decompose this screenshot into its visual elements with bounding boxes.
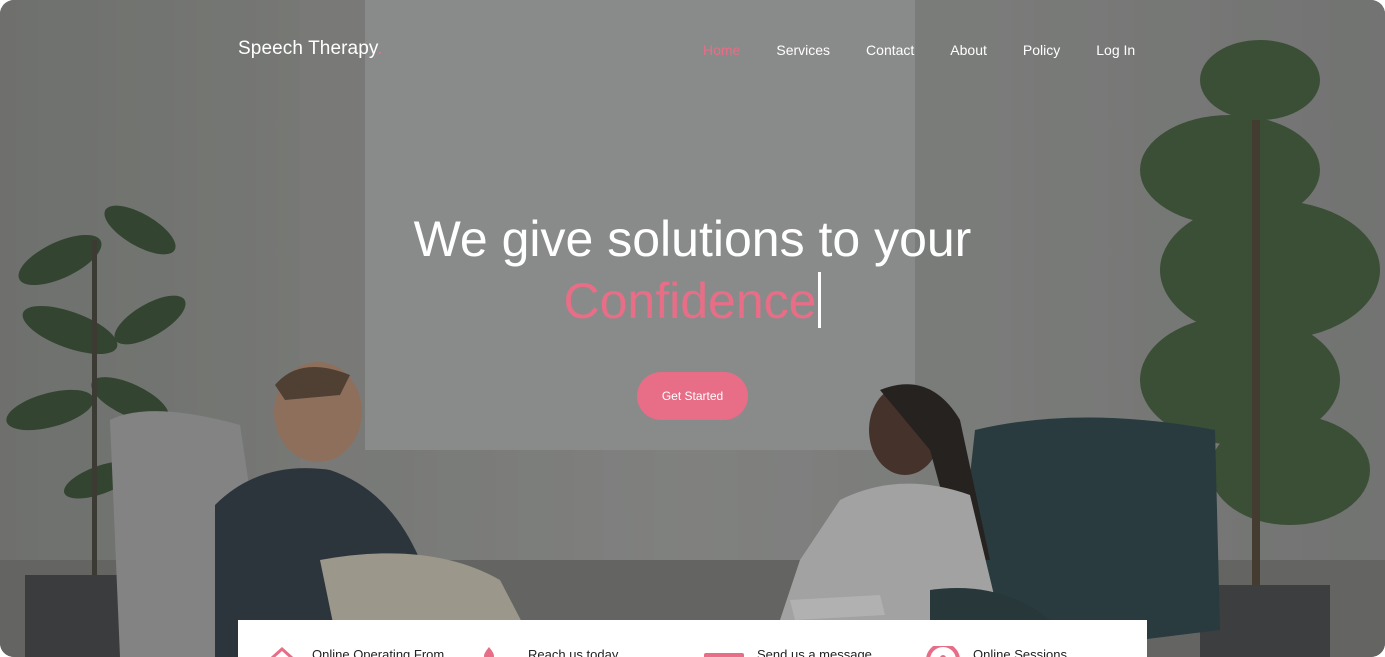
hero-headline-line1: We give solutions to your [413,211,972,267]
hero-headline: We give solutions to your Confidence [0,208,1385,332]
page-frame: Speech Therapy. Home Services Contact Ab… [0,0,1385,657]
typing-cursor [818,272,822,328]
info-label-message: Send us a message [757,647,872,657]
info-label-sessions: Online Sessions [973,647,1067,657]
info-label-reach: Reach us today [528,647,619,657]
hero-headline-accent: Confidence [563,273,817,329]
nav-item-contact[interactable]: Contact [866,42,914,58]
get-started-button[interactable]: Get Started [637,372,748,420]
nav-item-policy[interactable]: Policy [1023,42,1060,58]
brand-logo[interactable]: Speech Therapy. [238,38,382,60]
nav-item-login[interactable]: Log In [1096,42,1135,58]
info-label-operating: Online Operating From [312,647,445,657]
main-nav: Home Services Contact About Policy Log I… [703,42,1135,58]
brand-name: Speech Therapy [238,38,378,59]
info-bar: Online Operating From Reach us today Sen… [238,620,1147,657]
nav-item-about[interactable]: About [950,42,987,58]
brand-dot: . [377,38,383,59]
nav-item-home[interactable]: Home [703,42,740,58]
home-icon [270,646,294,657]
clock-icon [926,643,960,657]
location-pin-icon [482,646,496,657]
nav-item-services[interactable]: Services [776,42,830,58]
envelope-icon [704,650,744,657]
